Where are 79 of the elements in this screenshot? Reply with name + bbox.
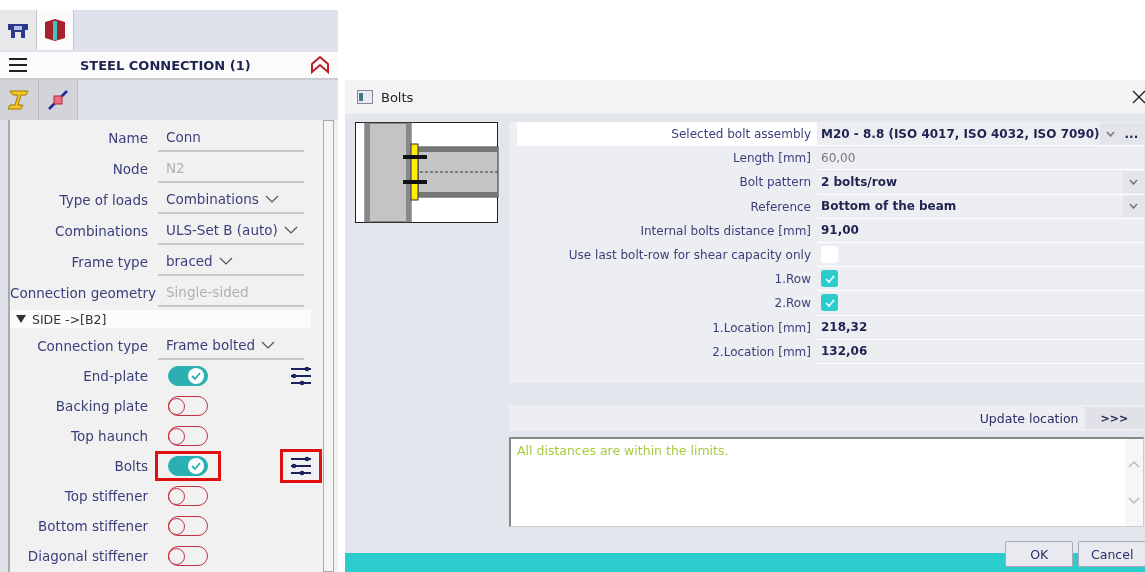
check-icon (824, 274, 835, 283)
field-value: 60,00 (821, 150, 857, 165)
field-label: 1.Row (773, 271, 812, 289)
menu-icon (8, 57, 28, 73)
chevron-down-icon (218, 256, 233, 265)
message-text: All distances are within the limits. (516, 442, 730, 460)
settings-sliders-icon[interactable] (290, 456, 312, 476)
property-label: Connection type (36, 337, 149, 354)
field-label: 1.Location [mm] (711, 319, 812, 337)
dialog-button[interactable]: OK (1005, 541, 1074, 567)
component-label: Bolts (113, 458, 149, 474)
update-location-label: Update location (979, 410, 1079, 426)
property-label: Frame type (70, 253, 149, 270)
component-label: Backing plate (54, 398, 149, 414)
checkbox[interactable] (821, 294, 838, 312)
component-label: Top haunch (70, 428, 149, 444)
component-label: Top stiffener (63, 488, 149, 504)
field-value[interactable]: Bottom of the beam (821, 199, 1124, 214)
window-icon (357, 90, 373, 104)
dialog-title: Bolts (381, 89, 414, 105)
field-label: Internal bolts distance [mm] (639, 222, 812, 240)
field-label: Bolt pattern (738, 174, 812, 192)
chevron-down-icon (1129, 178, 1139, 185)
property-field[interactable]: Combinations (158, 185, 304, 214)
panel-tab[interactable] (0, 10, 37, 50)
chevron-down-icon (1129, 203, 1139, 210)
dialog-button[interactable]: Cancel (1078, 541, 1145, 567)
field-label: Selected bolt assembly (517, 122, 817, 147)
checkbox[interactable] (821, 270, 838, 288)
property-field[interactable]: Conn (158, 123, 304, 152)
node-link-icon (46, 88, 70, 112)
collapse-icon[interactable] (310, 55, 330, 75)
chevron-down-icon (264, 194, 279, 203)
property-label: Type of loads (58, 191, 149, 208)
menu-button[interactable] (8, 57, 28, 73)
dropdown-button[interactable] (1123, 195, 1145, 218)
dropdown-button[interactable] (1123, 170, 1145, 193)
field-label: 2.Row (773, 295, 812, 313)
check-icon (824, 298, 835, 307)
toggle-switch[interactable] (168, 456, 208, 476)
close-icon[interactable] (1132, 90, 1145, 104)
field-value[interactable]: 132,06 (821, 344, 1145, 359)
toggle-switch[interactable] (168, 366, 208, 386)
field-label: Reference (749, 198, 812, 216)
field-value[interactable]: M20 - 8.8 (ISO 4017, ISO 4032, ISO 7090) (821, 126, 1100, 141)
field-label: 2.Location [mm] (711, 343, 812, 361)
scrollbar[interactable] (323, 120, 334, 572)
property-field[interactable]: ULS-Set B (auto) (158, 216, 304, 245)
column-block-icon (42, 17, 68, 43)
field-value[interactable]: 91,00 (821, 223, 1145, 238)
property-field: N2 (158, 154, 304, 183)
panel-title: STEEL CONNECTION (1) (80, 57, 251, 73)
chevron-down-icon (1105, 130, 1115, 137)
settings-sliders-icon[interactable] (290, 366, 312, 386)
property-field: Single-sided (158, 278, 304, 307)
panel-tab[interactable] (37, 10, 74, 50)
component-label: Diagonal stiffener (26, 548, 149, 564)
check-knob-icon (187, 367, 205, 385)
field-label: Length [mm] (732, 150, 812, 168)
component-label: End-plate (82, 368, 149, 384)
chevron-down-icon (283, 225, 298, 234)
field-value[interactable]: 218,32 (821, 320, 1145, 335)
i-beam-icon (6, 88, 32, 112)
section-title: SIDE ->[B2] (32, 311, 107, 327)
field-label: Use last bolt-row for shear capacity only (567, 246, 812, 264)
check-knob-icon (187, 457, 205, 475)
property-label: Connection geometry (10, 284, 158, 301)
chevron-down-icon (261, 340, 276, 349)
property-field[interactable]: Frame bolted (158, 331, 304, 360)
dropdown-button[interactable]: ... (1099, 122, 1145, 145)
update-location-button[interactable]: >>> (1084, 407, 1145, 429)
field-value[interactable]: 2 bolts/row (821, 174, 1124, 189)
property-label: Combinations (54, 222, 149, 239)
connection-tool-button[interactable] (39, 80, 78, 120)
expand-triangle-icon[interactable] (16, 315, 26, 323)
property-field[interactable]: braced (158, 247, 304, 276)
component-label: Bottom stiffener (37, 518, 149, 534)
property-label: Name (107, 129, 149, 146)
property-label: Node (111, 160, 149, 177)
